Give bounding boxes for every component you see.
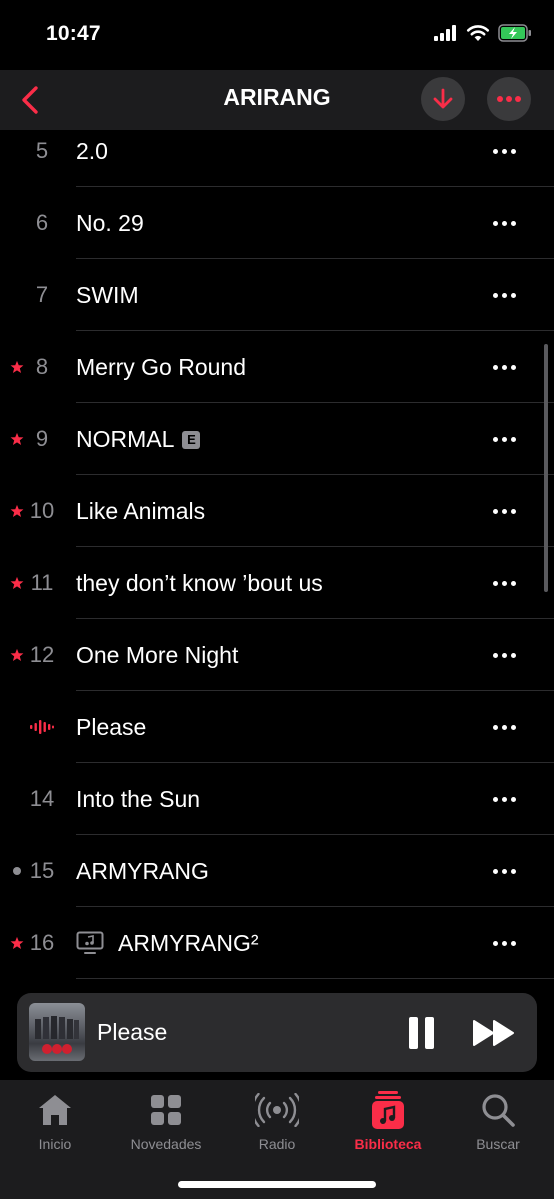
track-title: SWIM (76, 282, 139, 308)
track-more-button[interactable] (493, 547, 516, 619)
track-more-button[interactable] (493, 115, 516, 187)
favorite-star-icon (7, 907, 27, 979)
now-playing-title: Please (97, 1019, 168, 1045)
status-icons (434, 24, 532, 42)
track-number: 11 (30, 570, 54, 595)
tab-novedades[interactable]: Novedades (116, 1090, 216, 1152)
track-title: NORMAL (76, 426, 175, 452)
track-more-button[interactable] (493, 619, 516, 691)
tab-buscar[interactable]: Buscar (448, 1090, 548, 1152)
track-row-now-playing[interactable]: Please (0, 691, 554, 763)
tab-label: Inicio (38, 1136, 72, 1152)
track-row[interactable]: 16 ARMYRANG² (0, 907, 554, 979)
track-title: One More Night (76, 642, 239, 668)
track-more-button[interactable] (493, 331, 516, 403)
track-more-button[interactable] (493, 259, 516, 331)
track-title: ARMYRANG (76, 858, 209, 884)
track-title: ARMYRANG² (118, 930, 259, 956)
grid-icon (151, 1095, 181, 1125)
page-title: ARIRANG (223, 84, 331, 110)
track-title: Like Animals (76, 498, 206, 524)
track-more-button[interactable] (493, 187, 516, 259)
favorite-star-icon (7, 619, 27, 691)
tab-label: Novedades (130, 1136, 202, 1152)
dot-indicator-icon (7, 835, 27, 907)
track-number: 8 (35, 354, 49, 379)
track-more-button[interactable] (493, 475, 516, 547)
explicit-badge: E (182, 431, 201, 449)
search-icon (482, 1094, 515, 1127)
track-row[interactable]: 10 Like Animals (0, 475, 554, 547)
wifi-icon (466, 25, 490, 41)
ellipsis-icon (497, 96, 521, 102)
track-title: Into the Sun (76, 786, 201, 812)
home-icon (39, 1095, 71, 1125)
track-title: No. 29 (76, 210, 144, 236)
track-more-button[interactable] (493, 835, 516, 907)
tab-label: Buscar (476, 1136, 520, 1152)
track-number: 7 (35, 282, 49, 307)
track-row[interactable]: 7 SWIM (0, 259, 554, 331)
track-title: Merry Go Round (76, 354, 247, 380)
favorite-star-icon (7, 331, 27, 403)
scrollbar[interactable] (544, 344, 548, 592)
track-row[interactable]: 14 Into the Sun (0, 763, 554, 835)
track-number: 5 (35, 138, 49, 163)
track-number: 16 (29, 930, 55, 955)
track-row[interactable]: 9 NORMAL E (0, 403, 554, 475)
music-video-icon (76, 931, 104, 954)
track-row[interactable]: 8 Merry Go Round (0, 331, 554, 403)
track-title-container: NORMAL E (76, 403, 201, 475)
track-number: 9 (35, 426, 49, 451)
track-row[interactable]: 15 ARMYRANG (0, 835, 554, 907)
track-row[interactable]: 12 One More Night (0, 619, 554, 691)
tab-label: Radio (258, 1136, 296, 1152)
tab-label: Biblioteca (354, 1136, 422, 1152)
battery-charging-icon (498, 24, 531, 42)
mini-player[interactable]: Please (17, 993, 537, 1072)
track-title: 2.0 (76, 138, 108, 164)
track-number: 15 (29, 858, 55, 883)
now-playing-waveform-icon (26, 691, 58, 763)
track-number: 14 (29, 786, 55, 811)
track-number: 10 (29, 498, 55, 523)
pause-button[interactable] (409, 1017, 435, 1049)
album-artwork (29, 1003, 85, 1061)
track-row[interactable]: 11 they don’t know ’bout us (0, 547, 554, 619)
favorite-star-icon (7, 547, 27, 619)
track-title: Please (76, 714, 147, 740)
favorite-star-icon (7, 403, 27, 475)
download-icon (433, 88, 453, 109)
track-number: 12 (29, 642, 55, 667)
library-icon (372, 1091, 404, 1129)
track-list[interactable]: 5 2.0 6 No. 29 7 SWIM 8 Merry Go Round 9… (0, 114, 554, 984)
track-row[interactable]: 5 2.0 (0, 115, 554, 187)
divider (76, 978, 554, 979)
track-more-button[interactable] (493, 691, 516, 763)
radio-icon (255, 1093, 299, 1127)
cellular-signal-icon (434, 25, 456, 41)
favorite-star-icon (7, 475, 27, 547)
track-more-button[interactable] (493, 403, 516, 475)
home-indicator[interactable] (178, 1181, 376, 1188)
track-more-button[interactable] (493, 907, 516, 979)
tab-radio[interactable]: Radio (227, 1090, 327, 1152)
track-title: they don’t know ’bout us (76, 570, 323, 596)
fast-forward-button[interactable] (472, 1018, 516, 1048)
tab-biblioteca[interactable]: Biblioteca (338, 1090, 438, 1152)
track-number: 6 (35, 210, 49, 235)
tab-inicio[interactable]: Inicio (5, 1090, 105, 1152)
status-bar: 10:47 (0, 0, 554, 70)
status-time: 10:47 (46, 22, 101, 45)
track-row[interactable]: 6 No. 29 (0, 187, 554, 259)
track-more-button[interactable] (493, 763, 516, 835)
